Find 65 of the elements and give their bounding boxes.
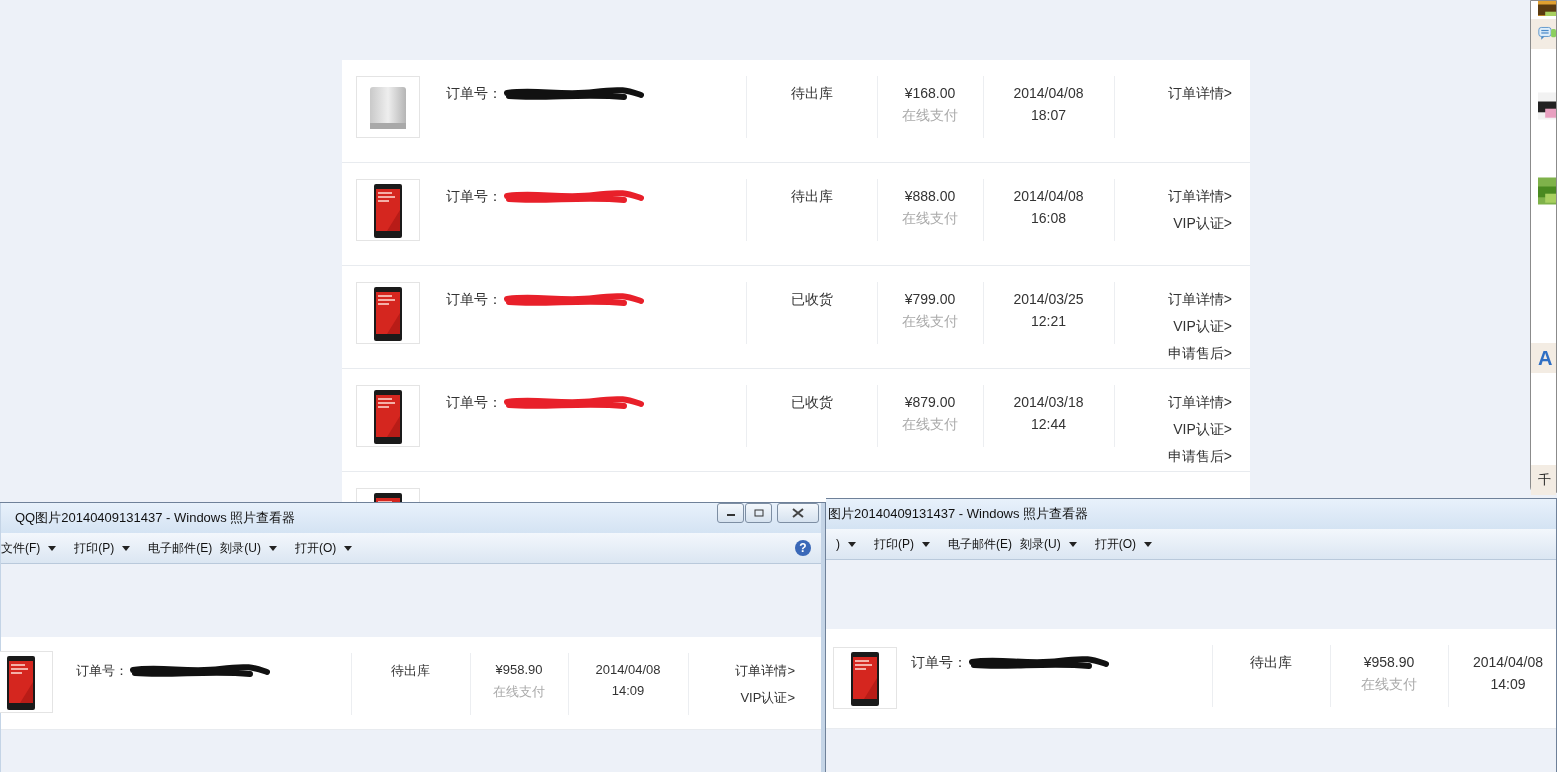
minimize-button[interactable] xyxy=(717,503,744,523)
order-link[interactable]: 申请售后> xyxy=(1167,345,1232,363)
order-date: 2014/04/08 xyxy=(1013,85,1084,101)
order-time: 14:09 xyxy=(611,683,645,698)
order-number-label: 订单号： xyxy=(446,291,502,309)
order-link[interactable]: VIP认证> xyxy=(740,689,795,707)
close-button[interactable] xyxy=(777,503,819,523)
payment-method: 在线支付 xyxy=(1361,676,1417,694)
order-date: 2014/04/08 xyxy=(1472,654,1544,670)
order-status: 待出库 xyxy=(790,85,833,103)
order-status: 已收货 xyxy=(790,394,833,412)
payment-method: 在线支付 xyxy=(902,416,958,434)
order-date: 2014/04/08 xyxy=(1013,188,1084,204)
order-price: ¥168.00 xyxy=(904,85,956,101)
window-title: 图片20140409131437 - Windows 照片查看器 xyxy=(827,505,1089,523)
order-number-label: 订单号： xyxy=(446,188,502,206)
maximize-icon xyxy=(753,509,764,517)
order-link[interactable]: 订单详情> xyxy=(1167,394,1232,412)
order-time: 12:21 xyxy=(1030,313,1066,329)
window-title: QQ图片20140409131437 - Windows 照片查看器 xyxy=(14,509,296,527)
order-time: 12:44 xyxy=(1030,416,1066,432)
menu-item[interactable]: 打开(O) xyxy=(1094,535,1136,553)
menu-item[interactable]: 打开(O) xyxy=(295,539,337,557)
order-link[interactable]: 申请售后> xyxy=(1167,448,1232,466)
order-price: ¥958.90 xyxy=(1363,654,1415,670)
order-number-label: 订单号： xyxy=(911,654,967,672)
help-button[interactable]: ? xyxy=(795,540,811,556)
order-number-label: 订单号： xyxy=(446,85,502,103)
menu-item[interactable]: 刻录(U) xyxy=(220,539,261,557)
menu-item[interactable]: 电子邮件(E) xyxy=(148,539,213,557)
order-date: 2014/03/18 xyxy=(1013,394,1084,410)
order-link[interactable]: VIP认证> xyxy=(1173,215,1232,233)
order-price: ¥799.00 xyxy=(904,291,956,307)
menu-item[interactable]: ) xyxy=(836,537,840,551)
order-time: 16:08 xyxy=(1030,210,1066,226)
close-icon xyxy=(792,508,804,518)
order-status: 待出库 xyxy=(391,662,430,680)
order-link[interactable]: 订单详情> xyxy=(1167,188,1232,206)
order-status: 待出库 xyxy=(1250,654,1292,672)
order-link[interactable]: VIP认证> xyxy=(1173,318,1232,336)
order-status: 待出库 xyxy=(790,188,833,206)
order-number-label: 订单号： xyxy=(76,662,128,680)
order-price: ¥958.90 xyxy=(495,662,543,677)
order-price: ¥879.00 xyxy=(904,394,956,410)
payment-method: 在线支付 xyxy=(902,313,958,331)
order-link[interactable]: 订单详情> xyxy=(735,662,795,680)
order-date: 2014/04/08 xyxy=(595,662,661,677)
order-number-label: 订单号： xyxy=(446,394,502,412)
order-link[interactable]: 订单详情> xyxy=(1167,291,1232,309)
order-time: 18:07 xyxy=(1030,107,1066,123)
payment-method: 在线支付 xyxy=(902,210,958,228)
order-price: ¥888.00 xyxy=(904,188,956,204)
order-link[interactable]: 订单详情> xyxy=(1167,85,1232,103)
order-link[interactable]: VIP认证> xyxy=(1173,421,1232,439)
menu-item[interactable]: 刻录(U) xyxy=(1020,535,1061,553)
payment-method: 在线支付 xyxy=(493,683,545,701)
order-status: 已收货 xyxy=(790,291,833,309)
menu-item[interactable]: 打印(P) xyxy=(74,539,115,557)
order-time: 14:09 xyxy=(1490,676,1526,692)
menu-item[interactable]: 打印(P) xyxy=(874,535,914,553)
panel-label: 千 xyxy=(1538,471,1551,489)
order-date: 2014/03/25 xyxy=(1013,291,1084,307)
menu-item[interactable]: 电子邮件(E) xyxy=(948,535,1012,553)
menu-item[interactable]: 文件(F) xyxy=(1,539,41,557)
payment-method: 在线支付 xyxy=(902,107,958,125)
